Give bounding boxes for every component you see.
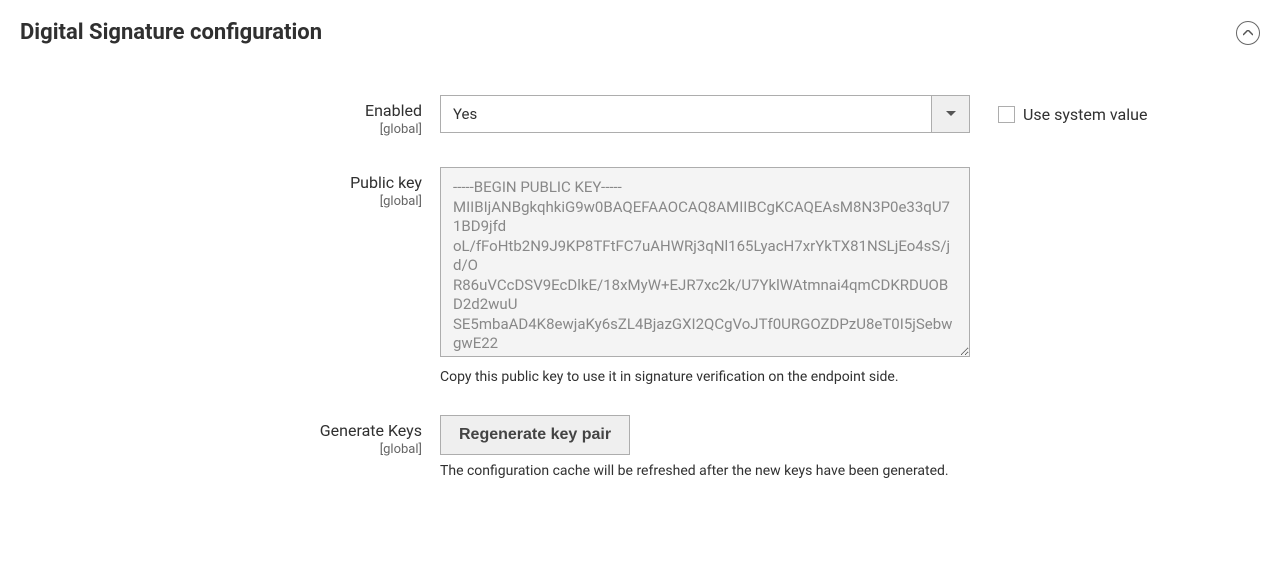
public-key-scope: [global] — [20, 194, 422, 209]
use-system-value-checkbox[interactable] — [998, 106, 1015, 123]
public-key-label: Public key — [20, 173, 422, 192]
form-row-generate-keys: Generate Keys [global] Regenerate key pa… — [20, 415, 1260, 479]
chevron-up-icon — [1243, 30, 1253, 36]
form-row-enabled: Enabled [global] Yes Use system value — [20, 95, 1260, 137]
use-system-value-wrap[interactable]: Use system value — [998, 105, 1147, 124]
enabled-scope: [global] — [20, 122, 422, 137]
form-row-public-key: Public key [global] Copy this public key… — [20, 167, 1260, 385]
regenerate-key-pair-button[interactable]: Regenerate key pair — [440, 415, 630, 455]
enabled-select[interactable]: Yes — [440, 95, 970, 133]
generate-keys-scope: [global] — [20, 442, 422, 457]
collapse-toggle[interactable] — [1236, 21, 1260, 45]
use-system-value-label: Use system value — [1023, 105, 1147, 124]
enabled-select-value: Yes — [441, 105, 931, 123]
public-key-textarea[interactable] — [440, 167, 970, 357]
generate-keys-label: Generate Keys — [20, 421, 422, 440]
select-arrow — [931, 96, 969, 132]
public-key-help: Copy this public key to use it in signat… — [440, 369, 970, 385]
enabled-label: Enabled — [20, 101, 422, 120]
chevron-down-icon — [946, 111, 956, 117]
generate-keys-help: The configuration cache will be refreshe… — [440, 463, 970, 479]
section-title: Digital Signature configuration — [20, 20, 322, 45]
